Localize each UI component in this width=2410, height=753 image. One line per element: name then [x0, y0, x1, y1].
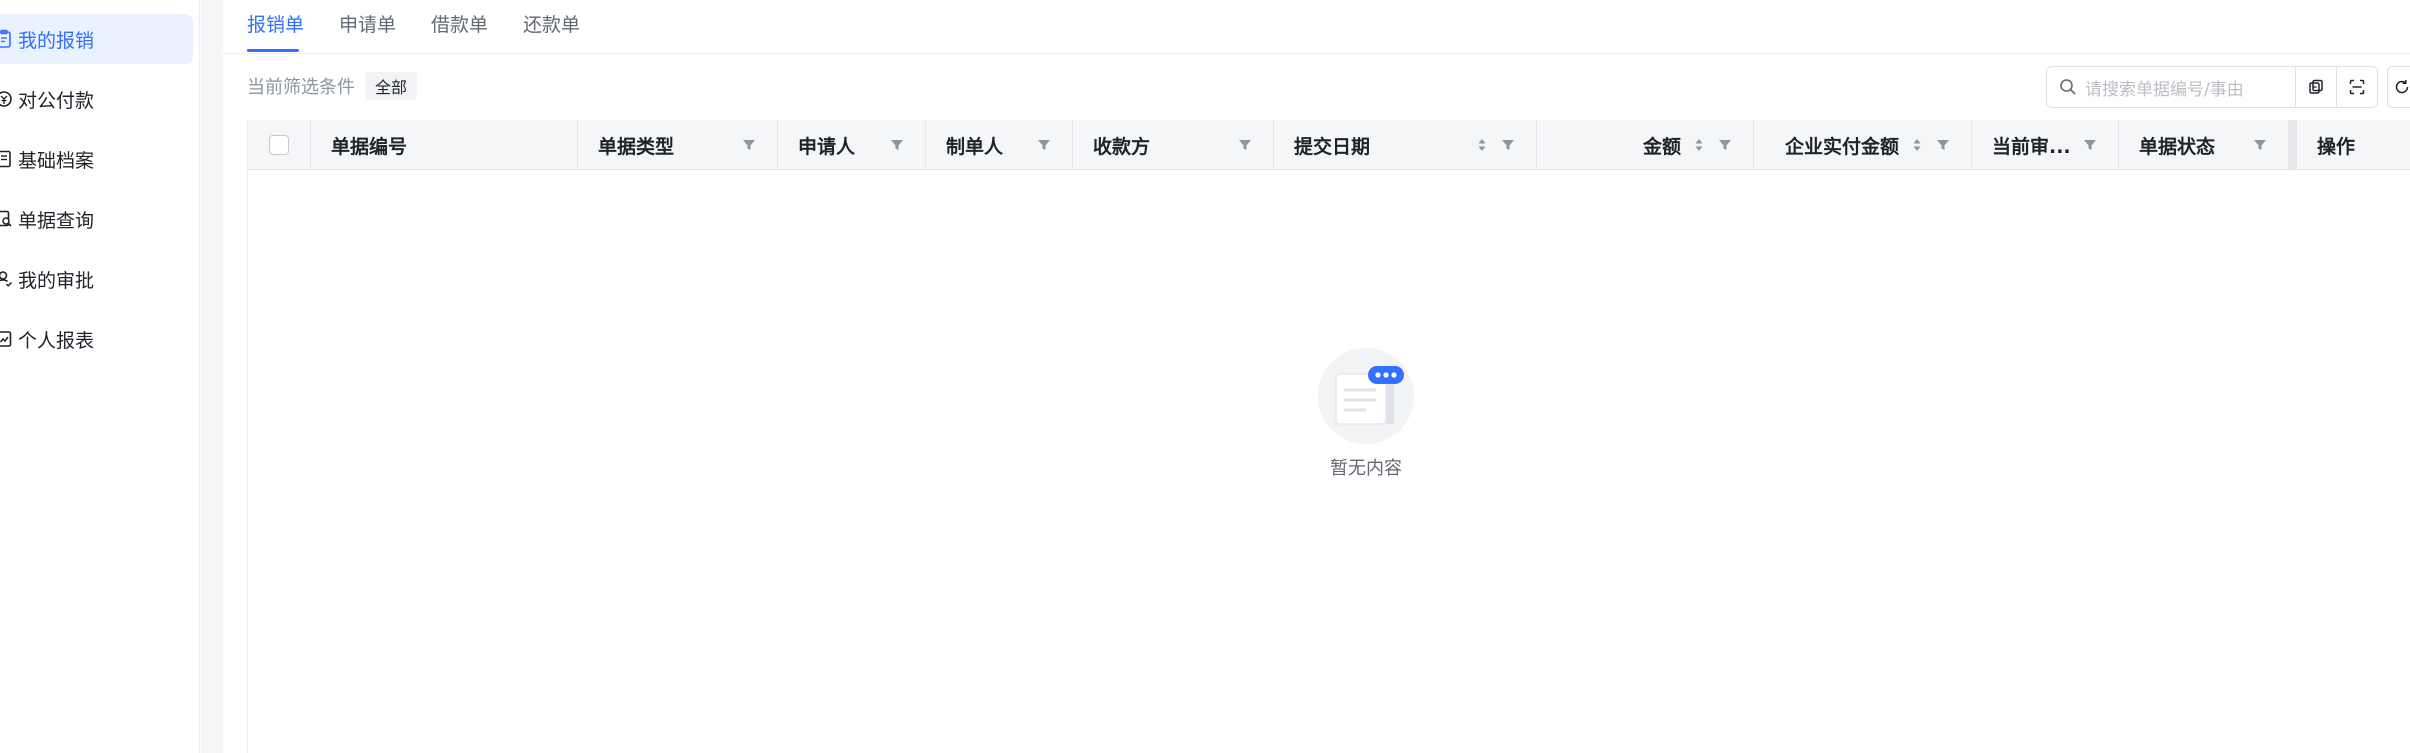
filter-icon[interactable] [1026, 137, 1052, 153]
select-all-cell [248, 120, 311, 170]
filter-icon[interactable] [2242, 137, 2268, 153]
sidebar: 我的报销 对公付款 基础档案 单据查询 我的审批 个人报表 [0, 0, 200, 753]
refresh-icon [2393, 78, 2410, 96]
filter-icon[interactable] [1490, 137, 1516, 153]
sidebar-item-label: 我的审批 [18, 269, 95, 292]
sidebar-item-basic-archive[interactable]: 基础档案 [0, 134, 193, 184]
filter-conditions: 当前筛选条件 全部 [247, 70, 418, 102]
layout-gap [201, 0, 223, 753]
tab-loan[interactable]: 借款单 [431, 10, 488, 46]
column-header-creator[interactable]: 制单人 [926, 120, 1073, 170]
sort-icon[interactable] [1899, 137, 1925, 153]
search-placeholder: 请搜索单据编号/事由 [2085, 79, 2244, 100]
tab-application[interactable]: 申请单 [339, 10, 396, 46]
payment-icon [0, 89, 14, 109]
document-table: 单据编号 单据类型 申请人 制单人 收款方 提交日期 金额 企业实付金额 当前审… [247, 120, 2410, 753]
scan-icon [2348, 78, 2366, 96]
fixed-column-divider [2289, 120, 2297, 170]
filter-icon[interactable] [1925, 137, 1951, 153]
column-header-applicant[interactable]: 申请人 [778, 120, 926, 170]
filter-tag-all[interactable]: 全部 [365, 72, 418, 100]
empty-state-text: 暂无内容 [1330, 458, 1402, 479]
sidebar-item-personal-report[interactable]: 个人报表 [0, 314, 193, 364]
main-content: 报销单 申请单 借款单 还款单 当前筛选条件 全部 请搜索单据编号/事由 单据编… [223, 0, 2410, 753]
column-header-payee[interactable]: 收款方 [1073, 120, 1274, 170]
sidebar-item-label: 对公付款 [18, 89, 95, 112]
tab-reimbursement[interactable]: 报销单 [247, 10, 304, 46]
refresh-button[interactable] [2387, 66, 2410, 108]
tab-repayment[interactable]: 还款单 [523, 10, 580, 46]
document-tabs: 报销单 申请单 借款单 还款单 [223, 0, 2410, 54]
column-header-document-status[interactable]: 单据状态 [2119, 120, 2289, 170]
archive-icon [0, 149, 14, 169]
sidebar-item-document-query[interactable]: 单据查询 [0, 194, 193, 244]
filter-icon[interactable] [2072, 137, 2098, 153]
clipboard-icon [0, 29, 14, 49]
empty-state: 暂无内容 [1306, 344, 1426, 480]
filter-icon[interactable] [879, 137, 905, 153]
table-header: 单据编号 单据类型 申请人 制单人 收款方 提交日期 金额 企业实付金额 当前审… [248, 120, 2410, 170]
filter-icon[interactable] [1707, 137, 1733, 153]
column-header-current-approver[interactable]: 当前审... [1972, 120, 2119, 170]
empty-document-icon [1316, 344, 1416, 444]
filter-icon[interactable] [1227, 137, 1253, 153]
select-all-checkbox[interactable] [269, 135, 289, 155]
column-header-document-type[interactable]: 单据类型 [578, 120, 778, 170]
sidebar-item-label: 单据查询 [18, 209, 95, 232]
sidebar-item-label: 基础档案 [18, 149, 95, 172]
sort-icon[interactable] [1681, 137, 1707, 153]
sidebar-item-corporate-payment[interactable]: 对公付款 [0, 74, 193, 124]
scan-button[interactable] [2336, 66, 2378, 108]
search-icon [2059, 78, 2085, 96]
column-header-submit-date[interactable]: 提交日期 [1274, 120, 1537, 170]
active-tab-indicator [247, 49, 299, 52]
sidebar-item-label: 我的报销 [18, 29, 95, 52]
sidebar-item-my-approval[interactable]: 我的审批 [0, 254, 193, 304]
column-header-document-number[interactable]: 单据编号 [311, 120, 578, 170]
filter-icon[interactable] [731, 137, 757, 153]
copy-button[interactable] [2295, 66, 2337, 108]
copy-icon [2307, 78, 2325, 96]
approval-icon [0, 269, 14, 289]
column-header-amount[interactable]: 金额 [1537, 120, 1754, 170]
sidebar-item-label: 个人报表 [18, 329, 95, 352]
search-input[interactable]: 请搜索单据编号/事由 [2046, 66, 2296, 108]
search-doc-icon [0, 209, 14, 229]
column-header-actions: 操作 [2317, 135, 2356, 158]
column-header-actual-payment[interactable]: 企业实付金额 [1754, 120, 1972, 170]
sidebar-item-my-reimbursement[interactable]: 我的报销 [0, 14, 193, 64]
filter-label: 当前筛选条件 [247, 77, 355, 98]
report-icon [0, 329, 14, 349]
sort-icon[interactable] [1464, 137, 1490, 153]
